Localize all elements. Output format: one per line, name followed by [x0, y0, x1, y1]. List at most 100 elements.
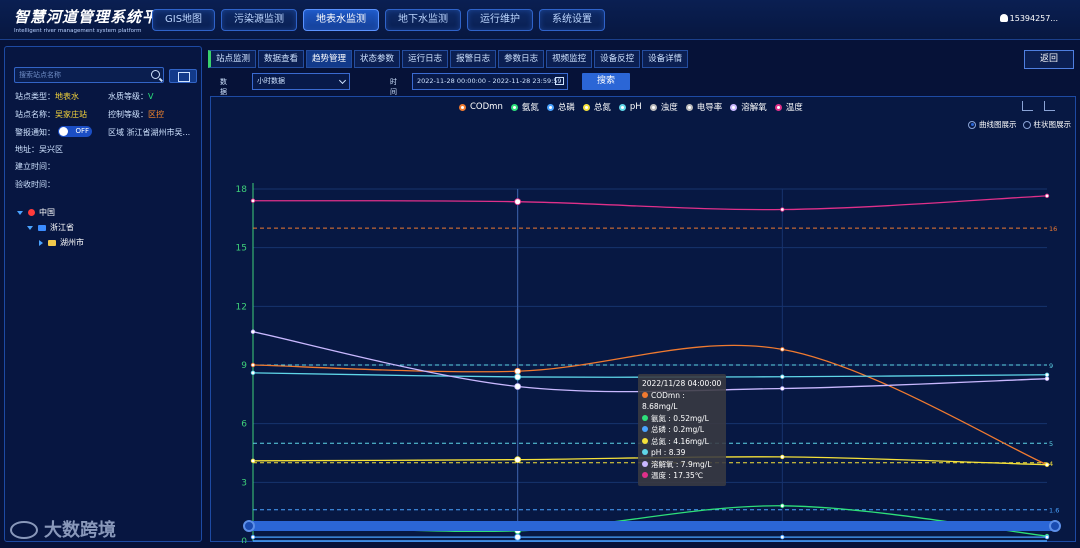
threshold-label: 9	[1049, 362, 1053, 370]
water-grade-row: 水质等级：V	[108, 91, 153, 102]
search-input[interactable]	[15, 68, 145, 82]
data-point	[514, 533, 522, 541]
nav-system-settings[interactable]: 系统设置	[539, 9, 606, 31]
slider-end-handle[interactable]	[1049, 520, 1061, 532]
data-point	[1044, 534, 1050, 540]
alarm-row: 警报通知： OFF	[15, 126, 92, 138]
data-point	[250, 458, 256, 464]
tree-node-huzhou[interactable]: 湖州市	[17, 235, 84, 250]
search-button[interactable]: 搜索	[582, 73, 630, 90]
collapse-icon[interactable]	[39, 239, 43, 246]
user-name: 15394257...	[1009, 14, 1058, 23]
search-icon[interactable]	[151, 70, 160, 79]
nav-groundwater[interactable]: 地下水监测	[385, 9, 462, 31]
built-time-label: 建立时间：	[15, 162, 55, 171]
nav-maintenance[interactable]: 运行维护	[467, 9, 534, 31]
data-point	[514, 367, 522, 375]
tooltip-value: 总氮 : 4.16mg/L	[651, 436, 709, 446]
time-range-input[interactable]: 2022-11-28 00:00:00 - 2022-11-28 23:59:5…	[412, 73, 568, 90]
back-button[interactable]: 返回	[1024, 50, 1074, 69]
nav-pollution-source[interactable]: 污染源监测	[221, 9, 298, 31]
water-grade-label: 水质等级：	[108, 92, 148, 101]
tab-data-view[interactable]: 数据查看	[258, 50, 305, 68]
logo-text: 大数跨境	[44, 520, 116, 541]
trend-chart-panel: CODmn 氨氮 总磷 总氮 pH 浊度 电导率 溶解氧 温度 曲线图展示 柱状图展示 0369…	[210, 96, 1076, 543]
tab-alarm-log[interactable]: 报警日志	[450, 50, 497, 68]
threshold-label: 16	[1049, 225, 1057, 233]
country-icon	[28, 209, 35, 216]
built-time-row: 建立时间：	[15, 161, 55, 172]
control-level-value: 区控	[148, 110, 164, 119]
tooltip-row-codmn: CODmn : 8.68mg/L	[642, 390, 722, 413]
tab-run-log[interactable]: 运行日志	[402, 50, 449, 68]
data-point	[250, 534, 256, 540]
control-level-label: 控制等级：	[108, 110, 148, 119]
tree-node-china[interactable]: 中国	[17, 205, 84, 220]
y-tick-label: 3	[241, 478, 247, 488]
data-point	[250, 198, 256, 203]
series-dot	[642, 437, 648, 444]
station-panel: 站点类型：地表水 水质等级：V 站点名称：吴家庄站 控制等级：区控 警报通知： O…	[4, 46, 202, 542]
main-content: 站点监测 数据查看 趋势管理 状态参数 运行日志 报警日志 参数日志 视频监控 …	[208, 46, 1076, 543]
data-point	[250, 362, 256, 368]
series-dot	[642, 391, 648, 398]
data-point	[514, 383, 522, 390]
expand-icon[interactable]	[27, 225, 33, 230]
tab-station-monitor[interactable]: 站点监测	[208, 50, 257, 68]
data-point	[1044, 462, 1050, 467]
tab-video[interactable]: 视频监控	[546, 50, 593, 68]
nav-surface-water[interactable]: 地表水监测	[303, 9, 380, 31]
region-row: 区域 浙江省湖州市吴...	[108, 127, 190, 138]
tooltip-value: 溶解氧 : 7.9mg/L	[651, 459, 712, 469]
nav-gis-map[interactable]: GIS地图	[152, 9, 216, 31]
series-dot	[642, 426, 648, 432]
threshold-label: 1.6	[1049, 507, 1059, 515]
data-point	[780, 534, 785, 540]
tab-param-log[interactable]: 参数日志	[498, 50, 545, 68]
tooltip-row-ph: pH : 8.39	[642, 447, 722, 459]
tooltip-value: 氨氮 : 0.52mg/L	[651, 413, 709, 423]
y-tick-label: 9	[241, 361, 247, 371]
data-type-select[interactable]: 小时数据	[252, 73, 350, 90]
tree-label: 中国	[39, 208, 55, 217]
main-nav: GIS地图 污染源监测 地表水监测 地下水监测 运行维护 系统设置	[152, 9, 611, 31]
y-tick-label: 18	[236, 185, 248, 195]
chart-tooltip: 2022/11/28 04:00:00 CODmn : 8.68mg/L 氨氮 …	[638, 374, 726, 486]
slider-start-handle[interactable]	[243, 520, 255, 532]
calendar-icon[interactable]	[555, 77, 564, 85]
expand-icon[interactable]	[17, 210, 23, 215]
address-value: 吴兴区	[39, 145, 63, 154]
time-range-slider[interactable]	[243, 520, 1061, 532]
watermark-logo: 大数跨境	[10, 516, 116, 542]
tab-device-detail[interactable]: 设备详情	[642, 50, 689, 68]
alarm-toggle[interactable]: OFF	[58, 126, 92, 137]
tooltip-value: CODmn : 8.68mg/L	[642, 390, 685, 412]
accept-time-row: 验收时间：	[15, 179, 55, 190]
brand-title: 智慧河道管理系统平台	[14, 8, 175, 26]
tooltip-row-ammonia: 氨氮 : 0.52mg/L	[642, 413, 722, 425]
y-tick-label: 12	[236, 302, 247, 312]
time-range-value: 2022-11-28 00:00:00 - 2022-11-28 23:59:5…	[417, 77, 562, 85]
tab-device-control[interactable]: 设备反控	[594, 50, 641, 68]
user-menu[interactable]: 15394257...	[999, 14, 1058, 23]
map-view-button[interactable]	[169, 69, 197, 83]
tab-status-params[interactable]: 状态参数	[354, 50, 401, 68]
time-label: 时间	[390, 78, 397, 96]
top-bar: 智慧河道管理系统平台 Intelligent river management …	[0, 0, 1080, 40]
data-point	[1044, 193, 1050, 199]
data-type-value: 小时数据	[257, 77, 285, 85]
tooltip-title: 2022/11/28 04:00:00	[642, 379, 722, 388]
region-label: 区域	[108, 128, 124, 137]
station-name-value: 吴家庄站	[55, 110, 87, 119]
y-tick-label: 0	[241, 537, 247, 543]
water-grade-value: V	[148, 92, 154, 101]
series-dot	[642, 472, 648, 478]
chevron-down-icon	[338, 76, 347, 85]
tooltip-value: pH : 8.39	[651, 448, 686, 457]
tree-node-zhejiang[interactable]: 浙江省	[17, 220, 84, 235]
y-tick-label: 6	[241, 420, 247, 430]
function-tabs: 站点监测 数据查看 趋势管理 状态参数 运行日志 报警日志 参数日志 视频监控 …	[208, 50, 690, 68]
tree-label: 湖州市	[60, 238, 84, 247]
data-point	[780, 207, 785, 212]
tab-trend[interactable]: 趋势管理	[306, 50, 353, 68]
